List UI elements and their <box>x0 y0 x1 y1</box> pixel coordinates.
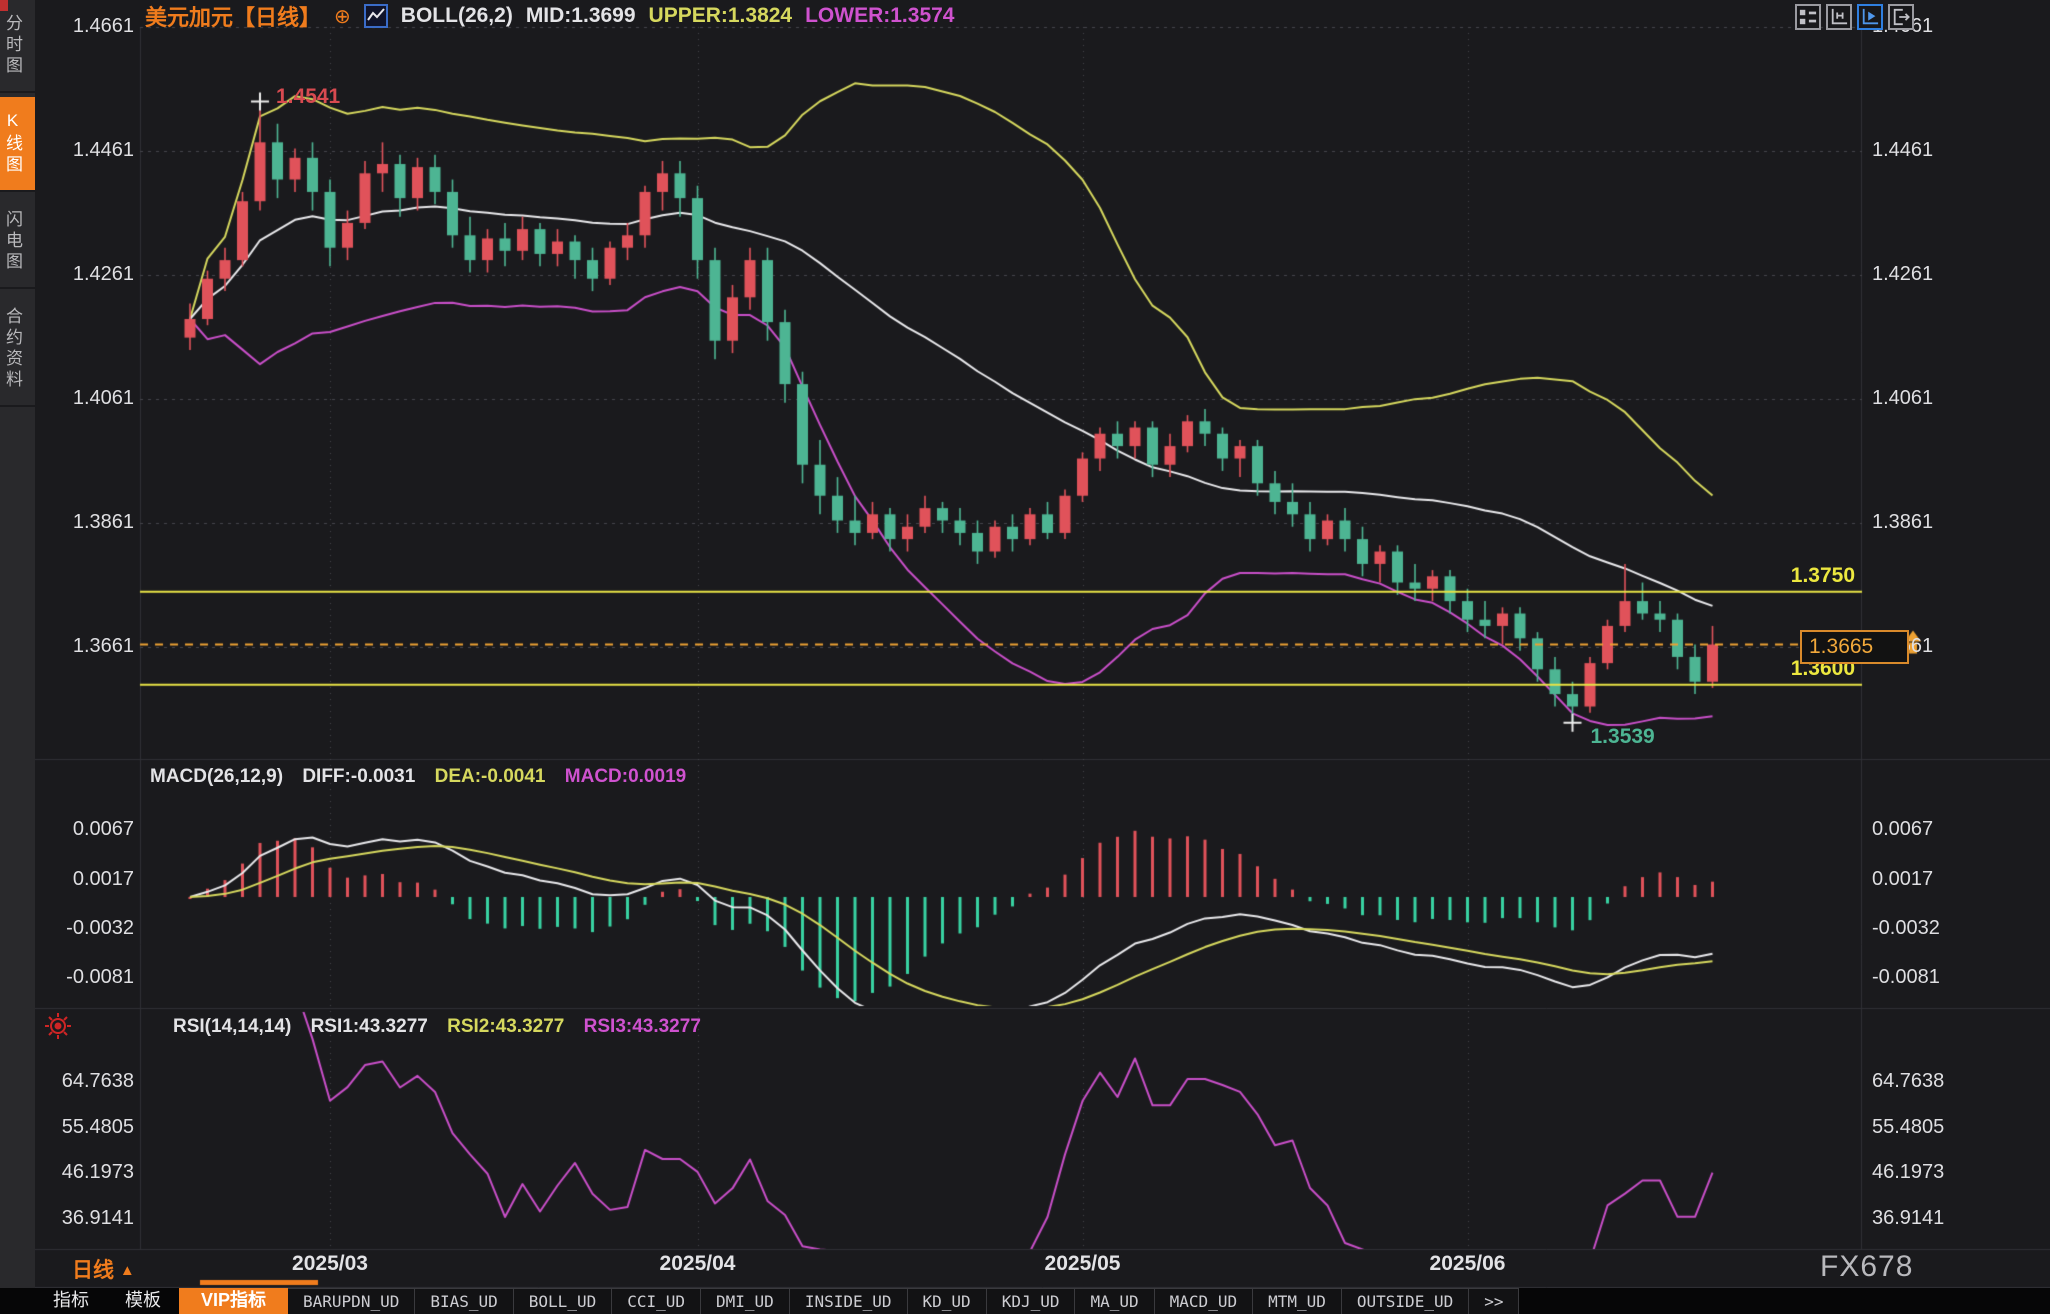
rsi2-value: RSI2:43.3277 <box>447 1016 564 1037</box>
tabs-overflow-button[interactable]: >> <box>1469 1288 1519 1314</box>
y-axis-tick-left: 0.0067 <box>34 818 134 841</box>
y-axis-tick-right: -0.0081 <box>1872 966 1992 989</box>
tab-MACD_UD[interactable]: MACD_UD <box>1155 1288 1253 1314</box>
rsi-panel-header: RSI(14,14,14) RSI1:43.3277 RSI2:43.3277 … <box>173 1016 715 1038</box>
sidebar-item-chart-type[interactable]: 分时图 <box>0 0 35 93</box>
rsi3-value: RSI3:43.3277 <box>584 1016 701 1037</box>
tab-模板[interactable]: 模板 <box>107 1288 179 1314</box>
macd-title: MACD(26,12,9) <box>150 766 283 787</box>
tab-BOLL_UD[interactable]: BOLL_UD <box>514 1288 612 1314</box>
axis-scale-icon[interactable] <box>1826 4 1852 30</box>
high-price-annotation: 1.4541 <box>276 85 340 109</box>
boll-mid-value: MID:1.3699 <box>526 4 636 28</box>
y-axis-tick-left: 1.4061 <box>34 387 134 410</box>
y-axis-tick-left: 1.4261 <box>34 263 134 286</box>
macd-diff-value: DIFF:-0.0031 <box>302 766 415 787</box>
rsi-title: RSI(14,14,14) <box>173 1016 291 1037</box>
exit-view-icon[interactable] <box>1888 4 1914 30</box>
tab-BIAS_UD[interactable]: BIAS_UD <box>415 1288 513 1314</box>
macd-value: MACD:0.0019 <box>565 766 686 787</box>
sidebar-item-chart-type[interactable]: 合约资料 <box>0 293 35 407</box>
compare-icon[interactable]: ⊕ <box>334 4 351 29</box>
y-axis-tick-right: 1.4061 <box>1872 387 1992 410</box>
period-tag[interactable]: 【日线】 <box>233 5 321 30</box>
current-price-tag: 1.3665 <box>1800 630 1909 664</box>
tab-BARUPDN_UD[interactable]: BARUPDN_UD <box>288 1288 415 1314</box>
y-axis-tick-right: 1.4261 <box>1872 263 1992 286</box>
y-axis-tick-right: 55.4805 <box>1872 1116 1992 1139</box>
x-axis-month-label: 2025/05 <box>1045 1252 1121 1276</box>
sidebar-item-active[interactable]: K线图 <box>0 97 35 192</box>
y-axis-tick-left: -0.0081 <box>34 966 134 989</box>
y-axis-tick-left: 46.1973 <box>34 1161 134 1184</box>
y-axis-tick-right: 0.0017 <box>1872 868 1992 891</box>
y-axis-tick-left: 1.4661 <box>34 15 134 38</box>
y-axis-tick-left: 64.7638 <box>34 1070 134 1093</box>
y-axis-tick-left: 36.9141 <box>34 1207 134 1230</box>
y-axis-tick-left: 1.3861 <box>34 511 134 534</box>
y-axis-tick-left: -0.0032 <box>34 917 134 940</box>
y-axis-tick-left: 1.4461 <box>34 139 134 162</box>
alert-icon[interactable] <box>44 1012 72 1045</box>
y-axis-tick-left: 1.3661 <box>34 635 134 658</box>
y-axis-tick-right: 0.0067 <box>1872 818 1992 841</box>
y-axis-tick-right: 64.7638 <box>1872 1070 1992 1093</box>
boll-lower-value: LOWER:1.3574 <box>805 4 954 28</box>
rsi1-value: RSI1:43.3277 <box>311 1016 428 1037</box>
chart-toolbar <box>1795 4 1914 30</box>
tab-KDJ_UD[interactable]: KDJ_UD <box>987 1288 1076 1314</box>
low-price-annotation: 1.3539 <box>1591 725 1655 749</box>
tab-MA_UD[interactable]: MA_UD <box>1075 1288 1154 1314</box>
y-axis-tick-left: 55.4805 <box>34 1116 134 1139</box>
chevron-up-icon: ▲ <box>120 1262 135 1279</box>
tab-CCI_UD[interactable]: CCI_UD <box>612 1288 701 1314</box>
tab-指标[interactable]: 指标 <box>35 1288 107 1314</box>
macd-panel-header: MACD(26,12,9) DIFF:-0.0031 DEA:-0.0041 M… <box>150 766 700 788</box>
indicator-chart-icon[interactable] <box>364 4 388 28</box>
indicator-tab-bar: 指标模板VIP指标BARUPDN_UDBIAS_UDBOLL_UDCCI_UDD… <box>0 1288 2050 1314</box>
tab-INSIDE_UD[interactable]: INSIDE_UD <box>790 1288 908 1314</box>
tab-DMI_UD[interactable]: DMI_UD <box>701 1288 790 1314</box>
y-axis-tick-right: 36.9141 <box>1872 1207 1992 1230</box>
tab-KD_UD[interactable]: KD_UD <box>908 1288 987 1314</box>
period-selector[interactable]: 日线 ▲ <box>72 1254 135 1284</box>
trading-chart-app: 分时图 K线图闪电图合约资料 美元加元【日线】 ⊕ BOLL(26,2) MID:… <box>0 0 2050 1314</box>
panes-layout-icon[interactable] <box>1795 4 1821 30</box>
y-axis-tick-left: 0.0017 <box>34 868 134 891</box>
y-axis-tick-right: 1.3861 <box>1872 511 1992 534</box>
boll-upper-value: UPPER:1.3824 <box>649 4 793 28</box>
chart-title-bar: 美元加元【日线】 ⊕ BOLL(26,2) MID:1.3699 UPPER:1… <box>145 1 955 31</box>
y-axis-tick-right: 46.1973 <box>1872 1161 1992 1184</box>
x-axis-month-label: 2025/03 <box>292 1252 368 1276</box>
symbol-title: 美元加元【日线】 <box>145 0 321 32</box>
x-axis-month-label: 2025/04 <box>660 1252 736 1276</box>
corner-marker <box>0 0 8 11</box>
y-axis-tick-right: 1.4461 <box>1872 139 1992 162</box>
resistance-level-label: 1.3750 <box>1735 564 1855 588</box>
x-axis-month-label: 2025/06 <box>1430 1252 1506 1276</box>
sidebar-item-chart-type[interactable]: 闪电图 <box>0 196 35 289</box>
tab-OUTSIDE_UD[interactable]: OUTSIDE_UD <box>1342 1288 1469 1314</box>
watermark: FX678 <box>1820 1250 1913 1284</box>
tab-MTM_UD[interactable]: MTM_UD <box>1253 1288 1342 1314</box>
tab-VIP指标[interactable]: VIP指标 <box>179 1288 288 1314</box>
chart-type-sidebar: 分时图 K线图闪电图合约资料 <box>0 0 35 1288</box>
macd-dea-value: DEA:-0.0041 <box>435 766 546 787</box>
boll-label: BOLL(26,2) <box>401 4 513 28</box>
y-axis-tick-right: -0.0032 <box>1872 917 1992 940</box>
auto-play-icon[interactable] <box>1857 4 1883 30</box>
